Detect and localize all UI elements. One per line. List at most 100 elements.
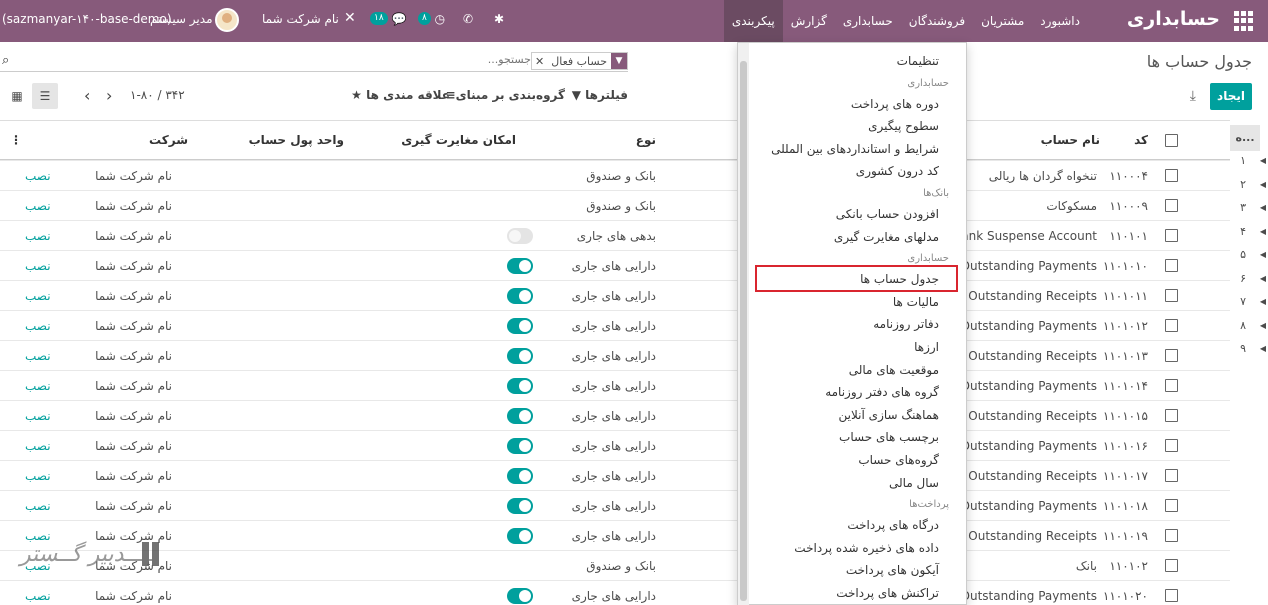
reconcile-toggle[interactable]: [507, 318, 533, 334]
install-link[interactable]: نصب: [25, 169, 51, 183]
menu-item-1[interactable]: مشتریان: [973, 0, 1032, 42]
dropdown-item[interactable]: تنظیمات: [897, 54, 939, 68]
dropdown-item[interactable]: گروه های دفتر روزنامه: [825, 385, 939, 399]
company-switcher[interactable]: نام شرکت شما: [262, 12, 339, 26]
table-row[interactable]: ۱۱۰۱۰۱۹ Outstanding Receipts دارایی های جا…: [0, 520, 1230, 550]
dropdown-item[interactable]: گروه‌های حساب: [858, 453, 939, 467]
install-link[interactable]: نصب: [25, 589, 51, 603]
table-row[interactable]: ۱۱۰۱۰۱۶ Outstanding Payments دارایی های جا…: [0, 430, 1230, 460]
header-type[interactable]: نوع: [636, 133, 656, 147]
favorites-button[interactable]: ★ علاقه مندی ها: [351, 88, 450, 102]
table-row[interactable]: ۱۱۰۰۰۹ مسکوکات بانک و صندوق نام شرکت شما نصب: [0, 190, 1230, 220]
table-row[interactable]: ۱۱۰۰۰۴ تنخواه گردان ها ریالی بانک و صندوق ن…: [0, 160, 1230, 190]
dropdown-item[interactable]: هماهنگ سازی آنلاین: [839, 408, 939, 422]
side-panel-row[interactable]: ◀ ۶: [1228, 269, 1268, 289]
select-all-checkbox[interactable]: [1165, 134, 1178, 147]
phone-icon[interactable]: ✆: [463, 12, 473, 26]
header-reconcile[interactable]: امکان مغایرت گیری: [401, 133, 516, 147]
bug-icon[interactable]: ✱: [494, 12, 504, 26]
row-checkbox[interactable]: [1165, 199, 1178, 212]
reconcile-toggle[interactable]: [507, 288, 533, 304]
row-checkbox[interactable]: [1165, 529, 1178, 542]
row-checkbox[interactable]: [1165, 439, 1178, 452]
table-row[interactable]: ۱۱۰۱۰۲ بانک بانک و صندوق نام شرکت شما نصب: [0, 550, 1230, 580]
row-checkbox[interactable]: [1165, 559, 1178, 572]
row-checkbox[interactable]: [1165, 469, 1178, 482]
list-view-icon[interactable]: ☰: [32, 83, 58, 109]
messages-icon[interactable]: ۱۸ 💬: [370, 12, 406, 26]
side-panel-row[interactable]: ◀ ۲: [1228, 175, 1268, 195]
dropdown-scrollbar[interactable]: [738, 43, 749, 605]
install-link[interactable]: نصب: [25, 349, 51, 363]
apps-menu-icon[interactable]: [1234, 11, 1254, 31]
dropdown-item[interactable]: موقعیت های مالی: [849, 363, 939, 377]
row-checkbox[interactable]: [1165, 169, 1178, 182]
dropdown-item[interactable]: داده های ذخیره شده پرداخت: [794, 541, 939, 555]
reconcile-toggle[interactable]: [507, 438, 533, 454]
dropdown-item[interactable]: سطوح پیگیری: [868, 119, 939, 133]
row-checkbox[interactable]: [1165, 499, 1178, 512]
side-panel-row[interactable]: ◀ ۸: [1228, 316, 1268, 336]
dropdown-item[interactable]: آیکون های پرداخت: [846, 563, 939, 577]
header-code[interactable]: کد: [1134, 133, 1148, 147]
side-panel-row[interactable]: ◀ ۳: [1228, 198, 1268, 218]
table-row[interactable]: ۱۱۰۱۰۱۷ Outstanding Receipts دارایی های جا…: [0, 460, 1230, 490]
reconcile-toggle[interactable]: [507, 588, 533, 604]
menu-item-4[interactable]: گزارش: [783, 0, 835, 42]
install-link[interactable]: نصب: [25, 289, 51, 303]
reconcile-toggle[interactable]: [507, 378, 533, 394]
install-link[interactable]: نصب: [25, 199, 51, 213]
dropdown-item[interactable]: ارزها: [914, 340, 939, 354]
dropdown-item[interactable]: افزودن حساب بانکی: [836, 207, 939, 221]
create-button[interactable]: ایجاد: [1210, 83, 1252, 110]
reconcile-toggle[interactable]: [507, 258, 533, 274]
table-row[interactable]: ۱۱۰۱۰۲۰ Outstanding Payments دارایی های جا…: [0, 580, 1230, 605]
reconcile-toggle[interactable]: [507, 498, 533, 514]
dropdown-item[interactable]: سال مالی: [889, 476, 939, 490]
side-panel-row[interactable]: ◀ ۱: [1228, 151, 1268, 171]
dropdown-item[interactable]: درگاه های پرداخت: [847, 518, 939, 532]
table-row[interactable]: ۱۱۰۱۰۱۳ Outstanding Receipts دارایی های جا…: [0, 340, 1230, 370]
header-company[interactable]: شرکت: [149, 133, 188, 147]
table-row[interactable]: ۱۱۰۱۰۱۴ Outstanding Payments دارایی های جا…: [0, 370, 1230, 400]
header-account-name[interactable]: نام حساب: [1041, 133, 1100, 147]
dropdown-item-chart-of-accounts[interactable]: جدول حساب ها: [860, 272, 939, 286]
menu-item-0[interactable]: داشبورد: [1032, 0, 1088, 42]
side-panel-row[interactable]: ◀ ۷: [1228, 292, 1268, 312]
dropdown-item[interactable]: مدلهای مغایرت گیری: [834, 230, 939, 244]
groupby-button[interactable]: ≡گروه‌بندی بر مبنای: [446, 88, 565, 102]
install-link[interactable]: نصب: [25, 259, 51, 273]
install-link[interactable]: نصب: [25, 409, 51, 423]
reconcile-toggle[interactable]: [507, 528, 533, 544]
row-checkbox[interactable]: [1165, 319, 1178, 332]
user-name[interactable]: مدیر سیستم: [150, 12, 213, 26]
dropdown-item[interactable]: برچسب های حساب: [839, 430, 939, 444]
install-link[interactable]: نصب: [25, 229, 51, 243]
row-checkbox[interactable]: [1165, 379, 1178, 392]
pager-next-icon[interactable]: ›: [106, 86, 112, 105]
search-icon[interactable]: ⌕: [2, 53, 9, 68]
kanban-view-icon[interactable]: ▦: [4, 83, 30, 109]
install-link[interactable]: نصب: [25, 319, 51, 333]
download-icon[interactable]: ⤓: [1190, 88, 1196, 104]
install-link[interactable]: نصب: [25, 439, 51, 453]
side-panel-header[interactable]: ه...: [1230, 125, 1260, 151]
menu-item-3[interactable]: حسابداری: [835, 0, 901, 42]
reconcile-toggle[interactable]: [507, 408, 533, 424]
side-panel-row[interactable]: ◀ ۵: [1228, 245, 1268, 265]
table-row[interactable]: ۱۱۰۱۰۱۵ Outstanding Receipts دارایی های جا…: [0, 400, 1230, 430]
menu-item-2[interactable]: فروشندگان: [901, 0, 973, 42]
filters-button[interactable]: ▼ فیلترها: [572, 88, 628, 102]
user-db-name[interactable]: (sazmanyar-۱۴۰-base-demo): [2, 12, 172, 26]
install-link[interactable]: نصب: [25, 469, 51, 483]
dropdown-item[interactable]: دفاتر روزنامه: [873, 317, 939, 331]
facet-remove-icon[interactable]: ✕: [532, 55, 547, 68]
row-checkbox[interactable]: [1165, 409, 1178, 422]
reconcile-toggle[interactable]: [507, 468, 533, 484]
dropdown-item[interactable]: مالیات ها: [893, 295, 939, 309]
table-row[interactable]: ۱۱۰۱۰۱۰ Outstanding Payments دارایی های جا…: [0, 250, 1230, 280]
dropdown-item[interactable]: کد درون کشوری: [856, 164, 939, 178]
table-row[interactable]: ۱۱۰۱۰۱۲ Outstanding Payments دارایی های جا…: [0, 310, 1230, 340]
search-input[interactable]: [331, 53, 531, 66]
dropdown-item[interactable]: دوره های پرداخت: [851, 97, 939, 111]
